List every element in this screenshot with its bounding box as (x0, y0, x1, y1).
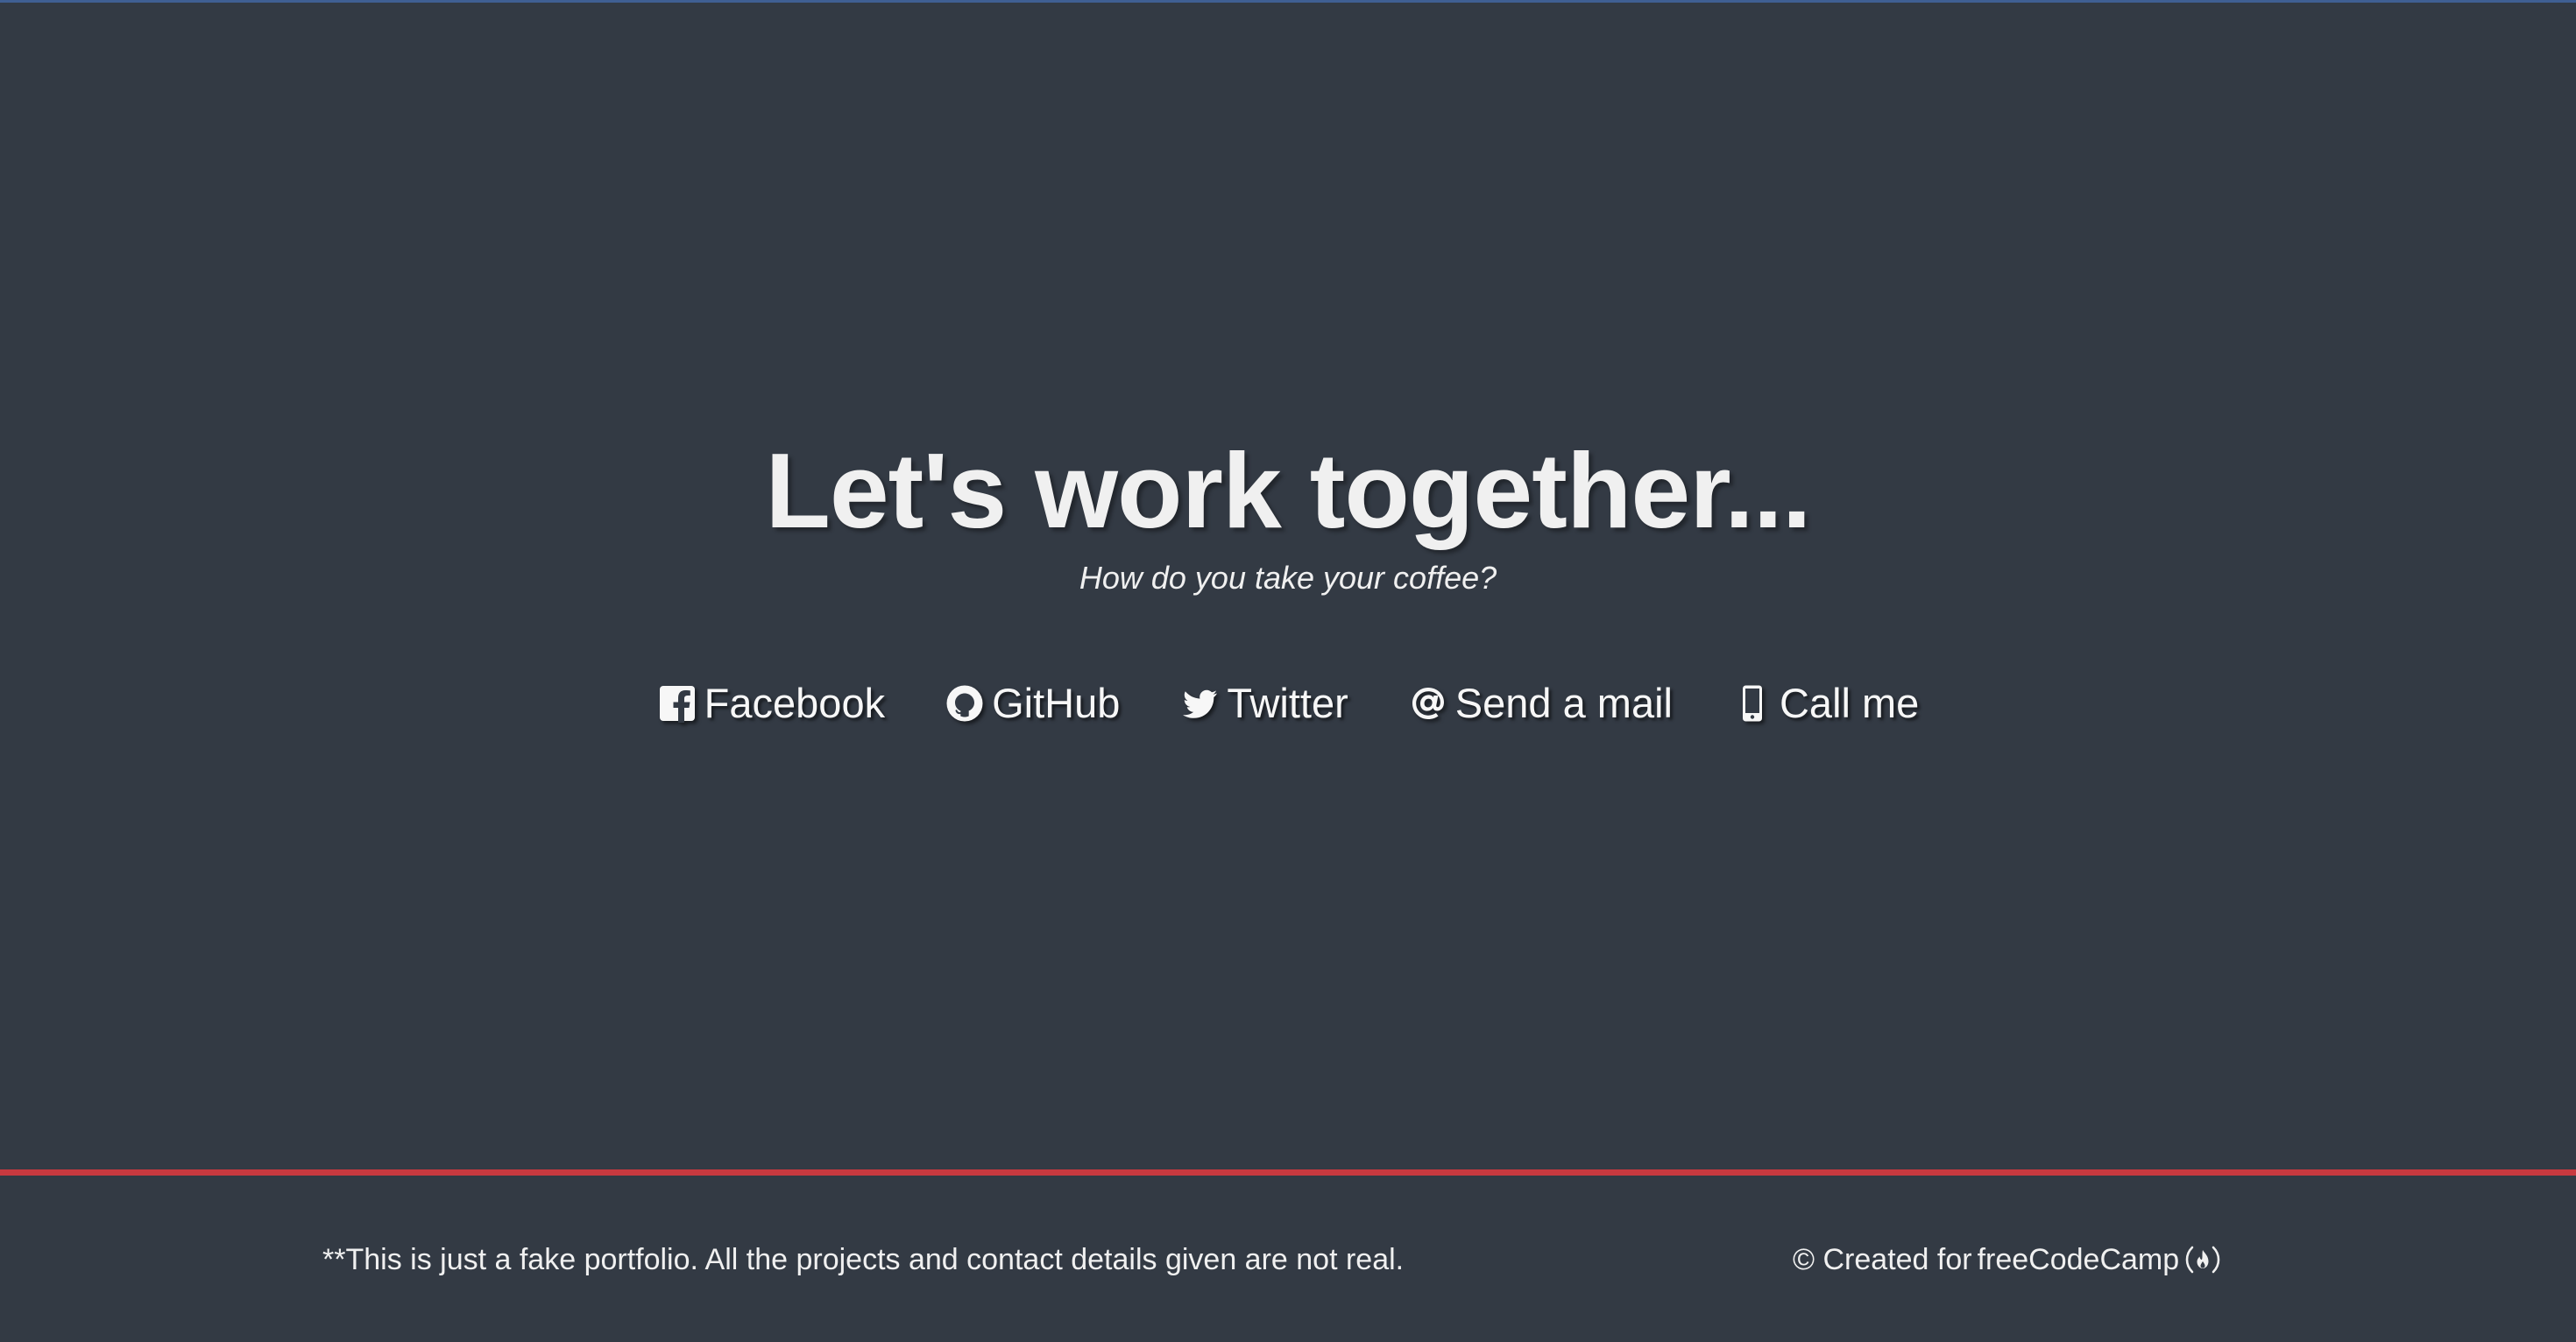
twitter-link[interactable]: Twitter (1179, 677, 1348, 730)
footer-divider (0, 1169, 2576, 1176)
facebook-square-icon (657, 683, 697, 724)
freecodecamp-icon (2184, 1244, 2221, 1275)
twitter-label: Twitter (1227, 680, 1348, 726)
contact-section: Let's work together... How do you take y… (0, 0, 2576, 1169)
facebook-link[interactable]: Facebook (657, 677, 885, 730)
at-icon (1408, 683, 1448, 724)
contact-title: Let's work together... (765, 431, 1811, 550)
facebook-label: Facebook (704, 680, 886, 726)
call-me-link[interactable]: Call me (1732, 677, 1919, 730)
github-icon (945, 683, 985, 724)
copyright-text: © Created for (1793, 1243, 1972, 1276)
mobile-phone-icon (1732, 683, 1773, 724)
freecodecamp-link[interactable]: freeCodeCamp (1978, 1240, 2180, 1279)
footer-credit: © Created for freeCodeCamp (1793, 1240, 2221, 1279)
send-mail-label: Send a mail (1454, 680, 1673, 726)
twitter-icon (1179, 683, 1220, 724)
github-link[interactable]: GitHub (945, 677, 1120, 730)
github-label: GitHub (992, 680, 1121, 726)
contact-links: Facebook GitHub Twitter Send a mail Call… (0, 675, 2576, 732)
send-mail-link[interactable]: Send a mail (1408, 677, 1673, 730)
footer-disclaimer: **This is just a fake portfolio. All the… (322, 1243, 1405, 1276)
call-me-label: Call me (1779, 680, 1920, 726)
contact-subtitle: How do you take your coffee? (1079, 560, 1497, 596)
